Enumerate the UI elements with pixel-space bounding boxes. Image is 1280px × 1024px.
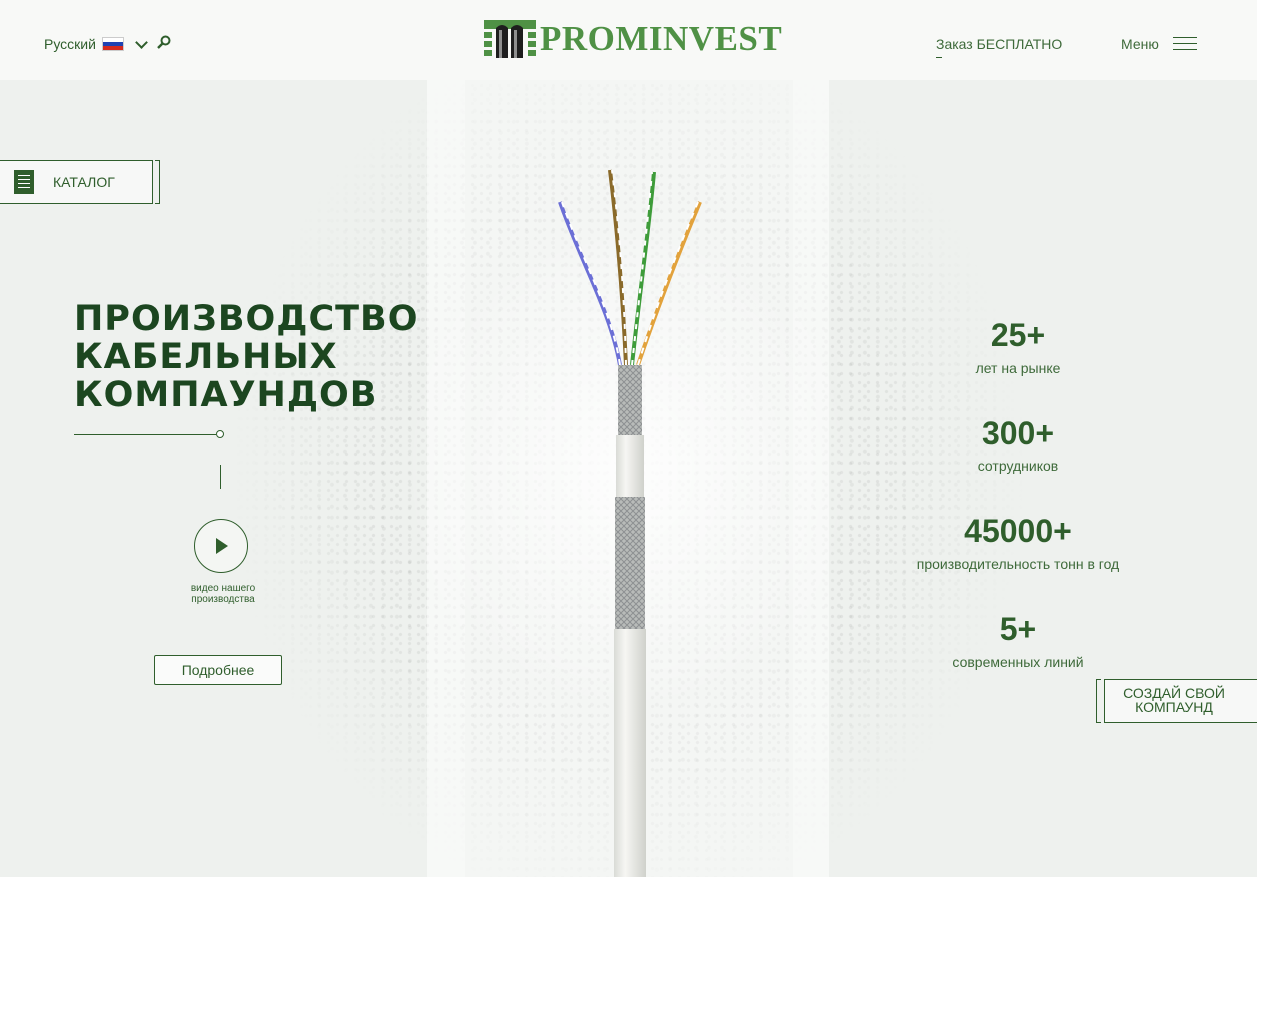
catalog-button[interactable]: КАТАЛОГ bbox=[0, 160, 160, 204]
create-compound-label: СОЗДАЙ СВОЙ КОМПАУНД bbox=[1105, 686, 1243, 714]
stat-value: 25+ bbox=[990, 317, 1046, 353]
search-icon[interactable] bbox=[157, 35, 171, 49]
more-button[interactable]: Подробнее bbox=[154, 655, 282, 685]
menu-label: Меню bbox=[1121, 36, 1159, 52]
chevron-down-icon bbox=[135, 35, 148, 49]
logo-mark-icon bbox=[484, 20, 536, 58]
video-caption: видео нашего производства bbox=[190, 583, 256, 605]
stat-item: 25+ лет на рынке bbox=[908, 318, 1128, 416]
catalog-label: КАТАЛОГ bbox=[53, 174, 115, 190]
language-selector[interactable]: Русский bbox=[44, 35, 148, 52]
logo[interactable]: PROMINVEST bbox=[484, 18, 782, 58]
list-icon bbox=[14, 170, 34, 194]
russia-flag-icon bbox=[101, 37, 124, 51]
title-line-1: ПРОИЗВОДСТВО bbox=[74, 299, 419, 339]
light-column-left bbox=[427, 0, 465, 877]
logo-text: PROMINVEST bbox=[540, 18, 783, 58]
stat-value: 45000+ bbox=[964, 513, 1072, 549]
create-line-2: КОМПАУНД bbox=[1135, 699, 1213, 715]
play-icon bbox=[216, 538, 228, 554]
decor-line bbox=[74, 434, 216, 435]
stat-item: 5+ современных линий bbox=[908, 612, 1128, 710]
free-order-link[interactable]: Заказ БЕСПЛАТНО bbox=[936, 36, 1062, 58]
decor-dot bbox=[216, 430, 224, 438]
stat-item: 300+ сотрудников bbox=[908, 416, 1128, 514]
stat-label: современных линий bbox=[952, 654, 1084, 670]
language-label: Русский bbox=[44, 36, 96, 52]
light-column-right bbox=[793, 0, 829, 877]
stat-label: сотрудников bbox=[977, 458, 1059, 474]
cable-illustration bbox=[558, 169, 702, 877]
stat-value: 300+ bbox=[981, 415, 1055, 451]
stat-label: производительность тонн в год bbox=[916, 556, 1120, 572]
page-title: ПРОИЗВОДСТВО КАБЕЛЬНЫХ КОМПАУНДОВ bbox=[74, 300, 418, 414]
menu-button[interactable]: Меню bbox=[1121, 36, 1197, 52]
hamburger-icon bbox=[1172, 37, 1197, 51]
stats-list: 25+ лет на рынке 300+ сотрудников 45000+… bbox=[908, 318, 1128, 710]
stat-item: 45000+ производительность тонн в год bbox=[908, 514, 1128, 612]
decor-vertical-line bbox=[220, 465, 221, 489]
create-compound-button[interactable]: СОЗДАЙ СВОЙ КОМПАУНД bbox=[1096, 679, 1257, 723]
title-line-3: КОМПАУНДОВ bbox=[74, 375, 378, 415]
stat-label: лет на рынке bbox=[975, 360, 1061, 376]
stat-value: 5+ bbox=[999, 611, 1037, 647]
video-play-button[interactable] bbox=[194, 519, 248, 573]
title-line-2: КАБЕЛЬНЫХ bbox=[74, 337, 338, 377]
